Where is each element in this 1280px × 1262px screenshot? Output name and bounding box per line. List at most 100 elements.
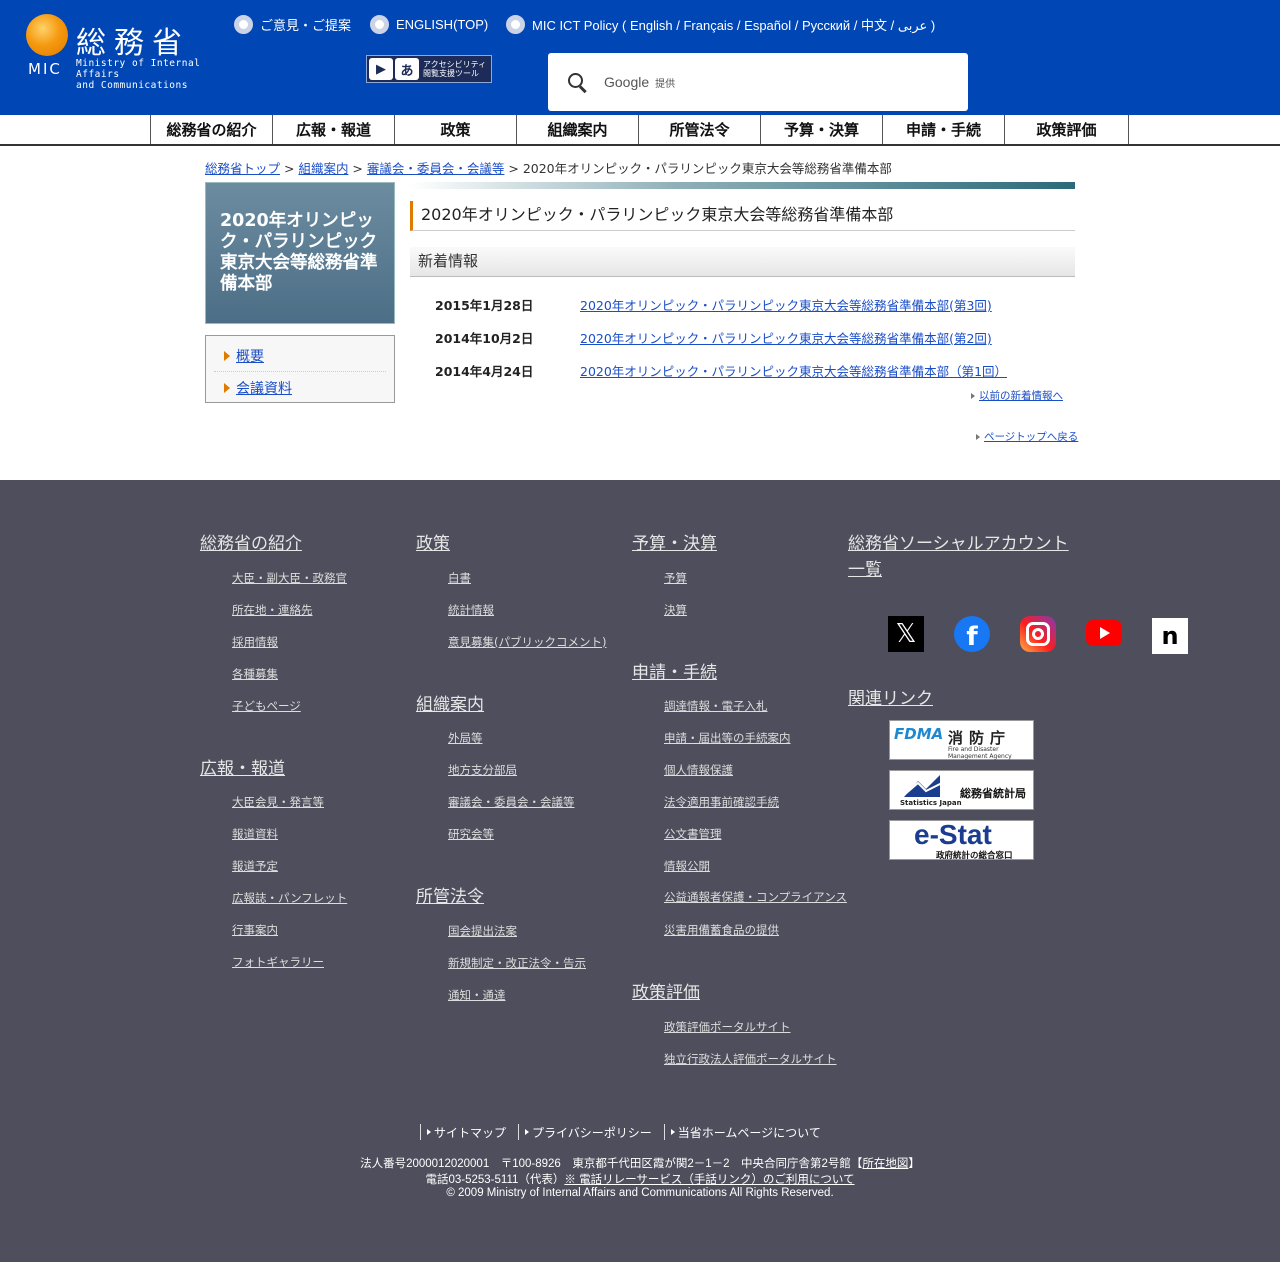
opinion-link[interactable]: ご意見・ご提案 <box>234 14 351 34</box>
nav-item-organization[interactable]: 組織案内 <box>516 115 638 144</box>
news-link[interactable]: 2020年オリンピック・パラリンピック東京大会等総務省準備本部(第2回) <box>580 328 992 348</box>
footer-link[interactable]: 広報誌・パンフレット <box>232 890 347 906</box>
sidebar-item-materials-label[interactable]: 会議資料 <box>236 378 292 398</box>
footer-link[interactable]: 意見募集(パブリックコメント) <box>448 634 606 650</box>
nav-item-about[interactable]: 総務省の紹介 <box>150 115 272 144</box>
nav-item-press[interactable]: 広報・報道 <box>272 115 394 144</box>
sidebar-item-overview[interactable]: 概要 <box>214 340 386 372</box>
older-news-label[interactable]: 以前の新着情報へ <box>979 388 1063 403</box>
x-twitter-icon[interactable]: 𝕏 <box>888 616 924 652</box>
footer-link[interactable]: 研究会等 <box>448 826 494 842</box>
estat-banner[interactable]: e-Stat 政府統計の総合窓口 <box>889 819 1034 861</box>
nav-item-laws[interactable]: 所管法令 <box>638 115 760 144</box>
footer-link[interactable]: 情報公開 <box>664 858 710 874</box>
footer-link[interactable]: 調達情報・電子入札 <box>664 698 768 714</box>
footer-link[interactable]: 白書 <box>448 570 471 586</box>
footer-link[interactable]: 新規制定・改正法令・告示 <box>448 955 586 971</box>
sidebar-item-overview-label[interactable]: 概要 <box>236 346 264 366</box>
sitemap-link[interactable]: サイトマップ <box>420 1124 518 1140</box>
breadcrumb-organization[interactable]: 組織案内 <box>298 161 348 176</box>
accessibility-tool-button[interactable]: ▶ あ アクセシビリティ 閲覧支援ツール <box>366 55 492 83</box>
footer-link[interactable]: 子どもページ <box>232 698 301 714</box>
footer-link[interactable]: フォトギャラリー <box>232 954 324 970</box>
english-top-link[interactable]: ENGLISH(TOP) <box>370 14 488 34</box>
logo-sun-icon <box>26 14 68 56</box>
nav-item-policy[interactable]: 政策 <box>394 115 516 144</box>
footer-bottom-links: サイトマップ プライバシーポリシー 当省ホームページについて <box>420 1124 833 1140</box>
footer-link[interactable]: 決算 <box>664 602 687 618</box>
news-date: 2014年4月24日 <box>435 364 534 379</box>
relay-service-link[interactable]: ※ 電話リレーサービス（手話リンク）のご利用について <box>564 1174 854 1186</box>
footer-heading-evaluation[interactable]: 政策評価 <box>632 980 700 1006</box>
footer-heading-organization[interactable]: 組織案内 <box>416 692 484 718</box>
footer-link[interactable]: 採用情報 <box>232 634 278 650</box>
footer-link[interactable]: 災害用備蓄食品の提供 <box>664 922 779 938</box>
older-news-link[interactable]: 以前の新着情報へ <box>971 388 1063 403</box>
footer-link[interactable]: 所在地・連絡先 <box>232 602 313 618</box>
nav-item-applications[interactable]: 申請・手続 <box>882 115 1004 144</box>
search-icon[interactable] <box>566 71 588 93</box>
nav-item-budget[interactable]: 予算・決算 <box>760 115 882 144</box>
footer-link[interactable]: 予算 <box>664 570 687 586</box>
footer-link[interactable]: 政策評価ポータルサイト <box>664 1019 791 1035</box>
footer-link[interactable]: 大臣会見・発言等 <box>232 794 324 810</box>
footer-link[interactable]: 国会提出法案 <box>448 923 517 939</box>
sidebar-menu: 概要 会議資料 <box>205 335 395 403</box>
footer-link[interactable]: 外局等 <box>448 730 483 746</box>
footer-link[interactable]: 各種募集 <box>232 666 278 682</box>
news-date: 2014年10月2日 <box>435 331 534 346</box>
footer-link[interactable]: 法令適用事前確認手続 <box>664 794 779 810</box>
footer-heading-social[interactable]: 総務省ソーシャルアカウント一覧 <box>848 531 1078 583</box>
footer-link[interactable]: 独立行政法人評価ポータルサイト <box>664 1051 837 1067</box>
breadcrumb-councils[interactable]: 審議会・委員会・会議等 <box>367 161 505 176</box>
sidebar-item-materials[interactable]: 会議資料 <box>214 372 386 404</box>
fdma-banner[interactable]: FDMA 消防庁 Fire and Disaster Management Ag… <box>889 720 1034 760</box>
footer-link[interactable]: 行事案内 <box>232 922 278 938</box>
footer-phone: 電話03-5253-5111（代表）※ 電話リレーサービス（手話リンク）のご利用… <box>0 1171 1280 1187</box>
footer-link[interactable]: 統計情報 <box>448 602 494 618</box>
footer-link[interactable]: 大臣・副大臣・政務官 <box>232 570 347 586</box>
ict-policy-link[interactable]: MIC ICT Policy ( English / Français / Es… <box>506 14 935 34</box>
footer-link[interactable]: 通知・通達 <box>448 987 506 1003</box>
news-link[interactable]: 2020年オリンピック・パラリンピック東京大会等総務省準備本部（第1回） <box>580 361 1007 381</box>
breadcrumb-top[interactable]: 総務省トップ <box>205 161 280 176</box>
footer-link[interactable]: 報道資料 <box>232 826 278 842</box>
footer-link[interactable]: 審議会・委員会・会議等 <box>448 794 575 810</box>
statistics-en-text: Statistics Japan <box>900 799 962 807</box>
footer-link[interactable]: 公益通報者保護・コンプライアンス <box>664 890 848 904</box>
youtube-icon[interactable] <box>1086 620 1122 646</box>
search-brand: Google <box>604 74 650 90</box>
footer-link[interactable]: 個人情報保護 <box>664 762 733 778</box>
map-link[interactable]: 所在地図 <box>862 1158 908 1170</box>
instagram-icon[interactable] <box>1020 616 1056 652</box>
logo-en-line2: and Communications <box>76 80 188 91</box>
privacy-policy-link[interactable]: プライバシーポリシー <box>518 1124 664 1140</box>
sidebar-title: 2020年オリンピック・パラリンピック東京大会等総務省準備本部 <box>220 211 378 294</box>
footer-heading-policy[interactable]: 政策 <box>416 531 450 557</box>
footer-link[interactable]: 公文書管理 <box>664 826 722 842</box>
note-icon[interactable]: n <box>1152 618 1188 654</box>
statistics-bureau-banner[interactable]: 総務省統計局 Statistics Japan <box>889 770 1034 810</box>
nav-item-evaluation[interactable]: 政策評価 <box>1004 115 1129 144</box>
footer-heading-related[interactable]: 関連リンク <box>848 686 933 712</box>
page-top-label[interactable]: ページトップへ戻る <box>984 429 1078 444</box>
footer-heading-press[interactable]: 広報・報道 <box>200 756 285 782</box>
footer-heading-about[interactable]: 総務省の紹介 <box>200 531 302 557</box>
privacy-policy-label: プライバシーポリシー <box>532 1125 652 1140</box>
mic-logo[interactable]: MIC 総務省 Ministry of Internal Affairs and… <box>26 12 216 91</box>
footer-heading-applications[interactable]: 申請・手続 <box>632 660 717 686</box>
news-item: 2015年1月28日 2020年オリンピック・パラリンピック東京大会等総務省準備… <box>435 295 1055 315</box>
footer-link[interactable]: 申請・届出等の手続案内 <box>664 730 791 746</box>
accessibility-line2: 閲覧支援ツール <box>423 69 479 78</box>
search-input[interactable]: Google 提供 <box>548 53 968 111</box>
footer-link[interactable]: 報道予定 <box>232 858 278 874</box>
footer-heading-budget[interactable]: 予算・決算 <box>632 531 717 557</box>
about-site-link[interactable]: 当省ホームページについて <box>663 1124 833 1140</box>
footer-link[interactable]: 地方支分部局 <box>448 762 517 778</box>
page-top-link[interactable]: ページトップへ戻る <box>976 429 1078 444</box>
footer-heading-laws[interactable]: 所管法令 <box>416 884 484 910</box>
facebook-icon[interactable]: f <box>954 616 990 652</box>
triangle-bullet-icon <box>976 433 980 440</box>
accessibility-line1: アクセシビリティ <box>423 60 487 69</box>
news-link[interactable]: 2020年オリンピック・パラリンピック東京大会等総務省準備本部(第3回) <box>580 295 992 315</box>
